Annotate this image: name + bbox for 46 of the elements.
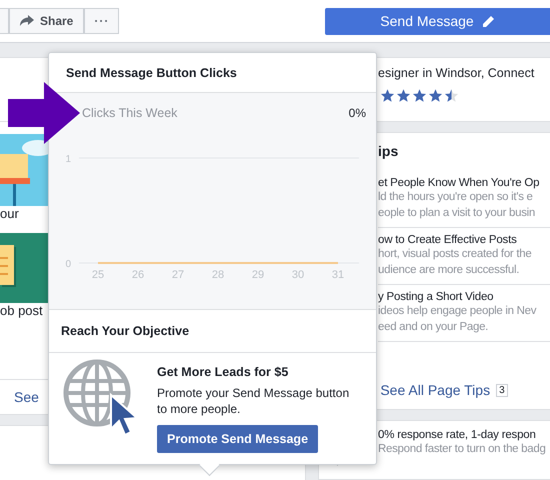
promo-title: Get More Leads for $5 bbox=[157, 365, 290, 379]
response-rate: 0% response rate, 1-day respon bbox=[378, 429, 536, 441]
promo-text: Promote your Send Message button to more people. bbox=[157, 385, 350, 417]
annotation-arrow bbox=[8, 82, 80, 144]
tip-text: eed and on your Page. bbox=[378, 320, 488, 335]
send-message-button[interactable]: Send Message bbox=[325, 8, 550, 34]
x-tick: 25 bbox=[92, 269, 104, 281]
popover-title: Send Message Button Clicks bbox=[66, 66, 237, 80]
tip-title[interactable]: et People Know When You're Op bbox=[378, 177, 540, 189]
share-icon bbox=[20, 15, 34, 27]
x-tick: 30 bbox=[292, 269, 304, 281]
star-icon bbox=[428, 88, 443, 103]
promote-button[interactable]: Promote Send Message bbox=[157, 425, 318, 453]
button-edge[interactable] bbox=[0, 8, 9, 34]
tip-text: hort, visual posts created for the bbox=[378, 247, 532, 262]
tip-title[interactable]: ow to Create Effective Posts bbox=[378, 234, 517, 246]
tips-heading: ips bbox=[378, 143, 400, 159]
response-hint: Respond faster to turn on the badg bbox=[378, 442, 546, 457]
percent-change: 0% bbox=[348, 106, 366, 122]
chart-title: Clicks This Week bbox=[82, 106, 178, 122]
star-icon bbox=[444, 88, 459, 103]
tip-text: ld the hours you're open so it's e bbox=[378, 190, 533, 205]
x-tick: 31 bbox=[332, 269, 344, 281]
see-all-tips-link[interactable]: See All Page Tips bbox=[380, 382, 490, 398]
y-tick: 0 bbox=[65, 259, 71, 270]
tip-text: ideos help engage people in Nev bbox=[378, 304, 536, 319]
tip-text: eople to plan a visit to your busin bbox=[378, 206, 535, 221]
star-icon bbox=[396, 88, 411, 103]
post-caption: ob post bbox=[0, 302, 43, 318]
x-tick: 29 bbox=[252, 269, 264, 281]
x-tick: 27 bbox=[172, 269, 184, 281]
star-icon bbox=[412, 88, 427, 103]
x-tick: 26 bbox=[132, 269, 144, 281]
tip-title[interactable]: y Posting a Short Video bbox=[378, 291, 494, 303]
star-icon bbox=[380, 88, 395, 103]
profile-description: esigner in Windsor, Connect bbox=[378, 66, 536, 80]
section-title: Reach Your Objective bbox=[61, 324, 190, 338]
see-link[interactable]: See bbox=[14, 389, 39, 405]
pencil-icon bbox=[482, 14, 495, 28]
y-tick: 1 bbox=[65, 154, 71, 165]
tip-text: udience are more successful. bbox=[378, 263, 520, 278]
more-button[interactable]: ··· bbox=[84, 8, 120, 34]
share-button[interactable]: Share bbox=[9, 8, 84, 34]
x-tick: 28 bbox=[212, 269, 224, 281]
tips-count: 3 bbox=[496, 384, 508, 396]
post-caption: our bbox=[0, 205, 19, 221]
